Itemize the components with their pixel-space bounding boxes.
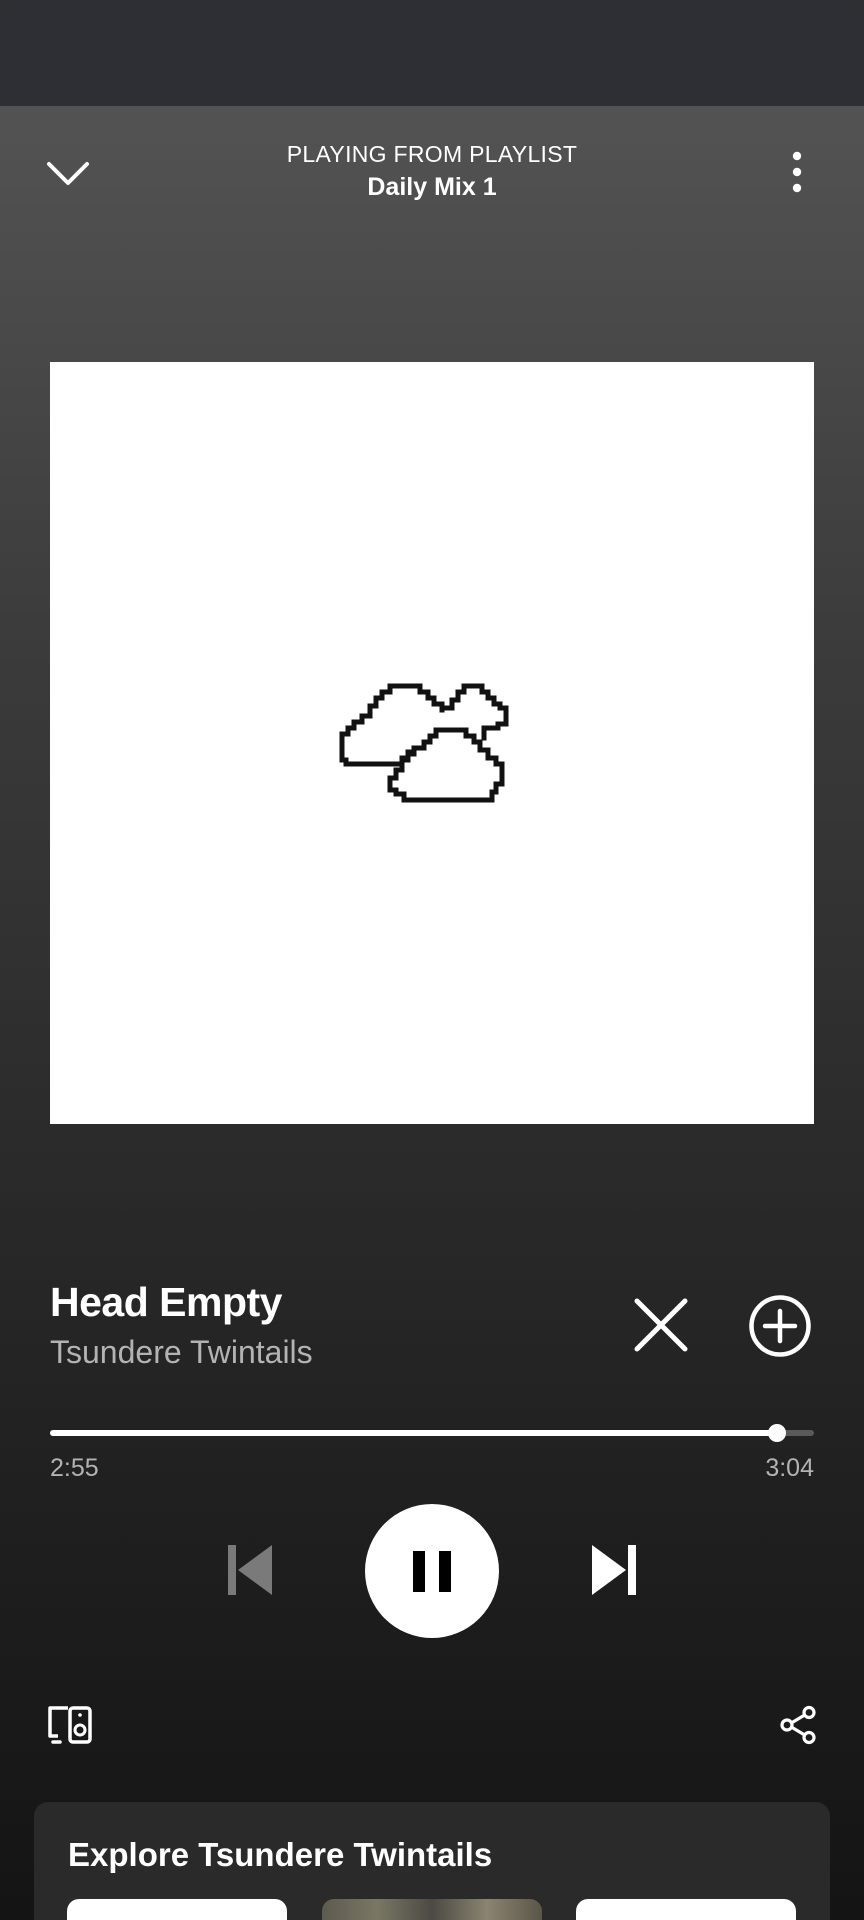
total-duration: 3:04: [765, 1454, 814, 1482]
previous-button[interactable]: [220, 1540, 280, 1600]
album-cover: [50, 362, 814, 1124]
track-artist[interactable]: Tsundere Twintails: [50, 1330, 313, 1374]
connect-devices-button[interactable]: [44, 1700, 96, 1750]
add-to-library-button[interactable]: [746, 1292, 814, 1360]
progress-fill: [50, 1430, 777, 1436]
more-options-button[interactable]: [770, 142, 824, 202]
share-button[interactable]: [772, 1700, 824, 1750]
explore-thumbnail[interactable]: [67, 1899, 287, 1920]
skip-next-icon: [592, 1545, 636, 1595]
explore-artist-section: Explore Tsundere Twintails: [34, 1802, 830, 1920]
x-icon: [634, 1298, 688, 1352]
context-name[interactable]: Daily Mix 1: [200, 170, 664, 204]
progress-handle[interactable]: [767, 1424, 786, 1442]
pause-icon: [413, 1551, 451, 1592]
remove-button[interactable]: [630, 1294, 692, 1356]
chevron-down-icon: [47, 162, 89, 185]
share-icon: [780, 1705, 816, 1745]
progress-bar[interactable]: [50, 1424, 814, 1442]
track-title[interactable]: Head Empty: [50, 1276, 282, 1328]
next-button[interactable]: [584, 1540, 644, 1600]
connect-devices-icon: [48, 1706, 92, 1744]
now-playing-screen: PLAYING FROM PLAYLIST Daily Mix 1 Head E…: [0, 0, 864, 1920]
playing-context: PLAYING FROM PLAYLIST Daily Mix 1: [200, 140, 664, 204]
explore-thumbnail[interactable]: [322, 1899, 542, 1920]
collapse-button[interactable]: [40, 150, 96, 198]
sheet-handle-area: [0, 0, 864, 106]
plus-circle-icon: [749, 1295, 811, 1357]
context-label: PLAYING FROM PLAYLIST: [286, 141, 578, 167]
play-pause-button[interactable]: [365, 1504, 499, 1638]
elapsed-time: 2:55: [50, 1454, 99, 1482]
clouds-icon: [339, 683, 509, 803]
more-vertical-icon: [792, 151, 802, 193]
explore-thumbnail[interactable]: [576, 1899, 796, 1920]
explore-title: Explore Tsundere Twintails: [68, 1836, 493, 1873]
skip-previous-icon: [228, 1545, 272, 1595]
